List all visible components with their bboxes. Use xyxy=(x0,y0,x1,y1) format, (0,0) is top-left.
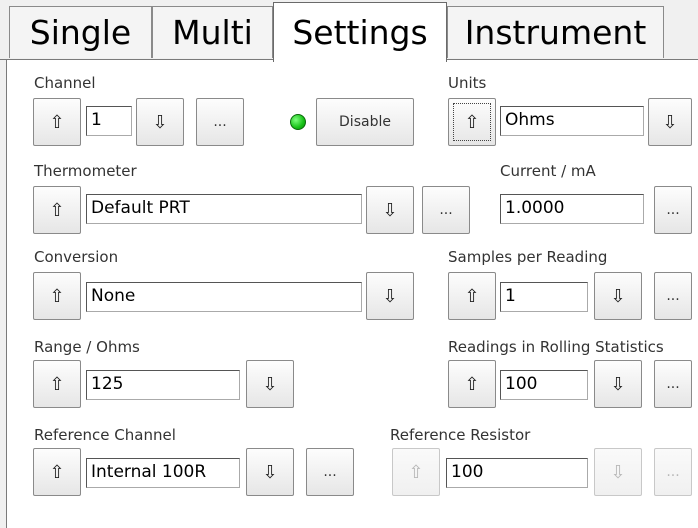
conversion-up-button[interactable]: ⇧ xyxy=(33,272,81,320)
up-arrow-icon: ⇧ xyxy=(464,373,480,395)
range-up-button[interactable]: ⇧ xyxy=(33,360,81,408)
rolling-down-button[interactable]: ⇩ xyxy=(594,360,642,408)
range-field[interactable]: 125 xyxy=(86,370,240,400)
ellipsis-icon: ... xyxy=(213,114,227,130)
down-arrow-icon: ⇩ xyxy=(610,285,626,307)
rolling-up-button[interactable]: ⇧ xyxy=(448,360,496,408)
ref-channel-up-button[interactable]: ⇧ xyxy=(33,448,81,496)
down-arrow-icon: ⇩ xyxy=(662,111,678,133)
ref-resistor-label: Reference Resistor xyxy=(390,426,531,444)
ref-channel-more-button[interactable]: ... xyxy=(306,448,354,496)
current-more-button[interactable]: ... xyxy=(654,186,692,234)
thermometer-label: Thermometer xyxy=(34,162,137,180)
up-arrow-icon: ⇧ xyxy=(464,285,480,307)
up-arrow-icon: ⇧ xyxy=(49,461,65,483)
thermometer-field[interactable]: Default PRT xyxy=(86,194,362,224)
ref-channel-field[interactable]: Internal 100R xyxy=(86,458,240,488)
thermometer-more-button[interactable]: ... xyxy=(422,186,470,234)
ref-resistor-field[interactable]: 100 xyxy=(446,458,588,488)
samples-label: Samples per Reading xyxy=(448,248,608,266)
current-label: Current / mA xyxy=(500,162,596,180)
range-down-button[interactable]: ⇩ xyxy=(246,360,294,408)
samples-more-button[interactable]: ... xyxy=(654,272,692,320)
up-arrow-icon: ⇧ xyxy=(49,199,65,221)
ref-resistor-more-button[interactable]: ... xyxy=(654,448,692,496)
tab-settings[interactable]: Settings xyxy=(273,2,447,62)
channel-more-button[interactable]: ... xyxy=(196,98,244,146)
thermometer-down-button[interactable]: ⇩ xyxy=(366,186,414,234)
channel-status-led xyxy=(290,114,306,130)
up-arrow-icon: ⇧ xyxy=(464,111,480,133)
channel-label: Channel xyxy=(34,74,96,92)
conversion-label: Conversion xyxy=(34,248,119,266)
current-field[interactable]: 1.0000 xyxy=(500,194,644,224)
tab-instrument[interactable]: Instrument xyxy=(447,6,664,58)
down-arrow-icon: ⇩ xyxy=(610,373,626,395)
units-down-button[interactable]: ⇩ xyxy=(648,98,692,146)
tab-single[interactable]: Single xyxy=(9,6,152,58)
up-arrow-icon: ⇧ xyxy=(49,111,65,133)
ref-resistor-up-button[interactable]: ⇧ xyxy=(392,448,440,496)
rolling-more-button[interactable]: ... xyxy=(654,360,692,408)
ellipsis-icon: ... xyxy=(323,464,337,480)
ref-resistor-down-button[interactable]: ⇩ xyxy=(594,448,642,496)
ellipsis-icon: ... xyxy=(666,202,680,218)
up-arrow-icon: ⇧ xyxy=(49,373,65,395)
down-arrow-icon: ⇩ xyxy=(382,285,398,307)
samples-field[interactable]: 1 xyxy=(500,282,588,312)
conversion-down-button[interactable]: ⇩ xyxy=(366,272,414,320)
ref-channel-down-button[interactable]: ⇩ xyxy=(246,448,294,496)
channel-field[interactable]: 1 xyxy=(86,106,132,136)
up-arrow-icon: ⇧ xyxy=(408,461,424,483)
down-arrow-icon: ⇩ xyxy=(382,199,398,221)
units-up-button[interactable]: ⇧ xyxy=(448,98,496,146)
range-label: Range / Ohms xyxy=(34,338,140,356)
ref-channel-label: Reference Channel xyxy=(34,426,176,444)
channel-up-button[interactable]: ⇧ xyxy=(33,98,81,146)
ellipsis-icon: ... xyxy=(666,288,680,304)
ellipsis-icon: ... xyxy=(439,202,453,218)
rolling-field[interactable]: 100 xyxy=(500,370,588,400)
units-label: Units xyxy=(448,74,487,92)
samples-down-button[interactable]: ⇩ xyxy=(594,272,642,320)
samples-up-button[interactable]: ⇧ xyxy=(448,272,496,320)
ellipsis-icon: ... xyxy=(666,376,680,392)
down-arrow-icon: ⇩ xyxy=(152,111,168,133)
channel-down-button[interactable]: ⇩ xyxy=(136,98,184,146)
down-arrow-icon: ⇩ xyxy=(262,461,278,483)
ellipsis-icon: ... xyxy=(666,464,680,480)
tab-strip: Single Multi Settings Instrument xyxy=(0,0,698,62)
units-field[interactable]: Ohms xyxy=(500,106,644,136)
tab-multi[interactable]: Multi xyxy=(152,6,273,58)
conversion-field[interactable]: None xyxy=(86,282,362,312)
rolling-label: Readings in Rolling Statistics xyxy=(448,338,664,356)
thermometer-up-button[interactable]: ⇧ xyxy=(33,186,81,234)
down-arrow-icon: ⇩ xyxy=(610,461,626,483)
down-arrow-icon: ⇩ xyxy=(262,373,278,395)
up-arrow-icon: ⇧ xyxy=(49,285,65,307)
disable-button[interactable]: Disable xyxy=(316,98,414,146)
